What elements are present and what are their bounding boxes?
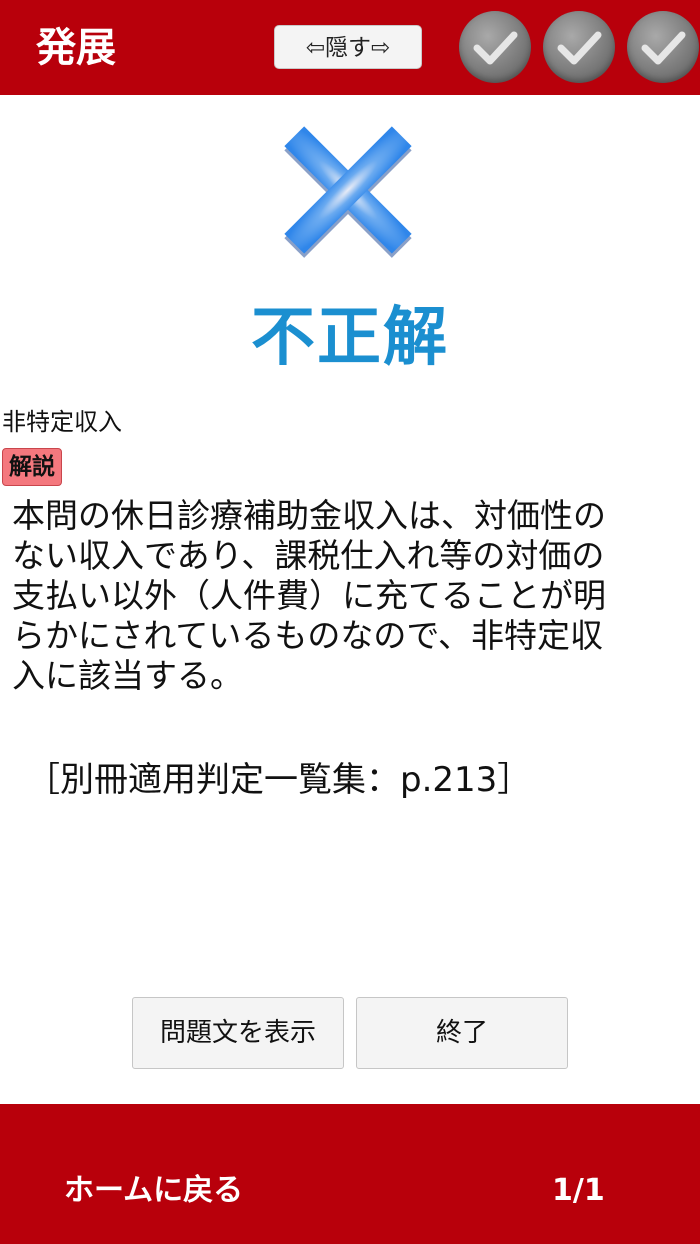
check-icon: [543, 11, 615, 83]
page-counter: 1/1: [552, 1173, 605, 1208]
answer-category: 非特定収入: [2, 408, 122, 436]
show-question-button[interactable]: 問題文を表示: [132, 997, 344, 1069]
explanation-badge: 解説: [2, 448, 62, 486]
home-button[interactable]: ホームに戻る: [64, 1168, 243, 1214]
check-icon: [459, 11, 531, 83]
cross-mark-icon: [280, 122, 416, 258]
explanation-text: 本問の休日診療補助金収入は、対価性の ない収入であり、課税仕入れ等の対価の 支払…: [12, 496, 606, 695]
page-title: 発展: [36, 25, 116, 71]
finish-button[interactable]: 終了: [356, 997, 568, 1069]
reference-text: ［別冊適用判定一覧集：p.213］: [26, 760, 532, 800]
result-label: 不正解: [251, 301, 449, 375]
check-icon: [627, 11, 699, 83]
hide-button[interactable]: ⇦隠す⇨: [274, 25, 422, 69]
